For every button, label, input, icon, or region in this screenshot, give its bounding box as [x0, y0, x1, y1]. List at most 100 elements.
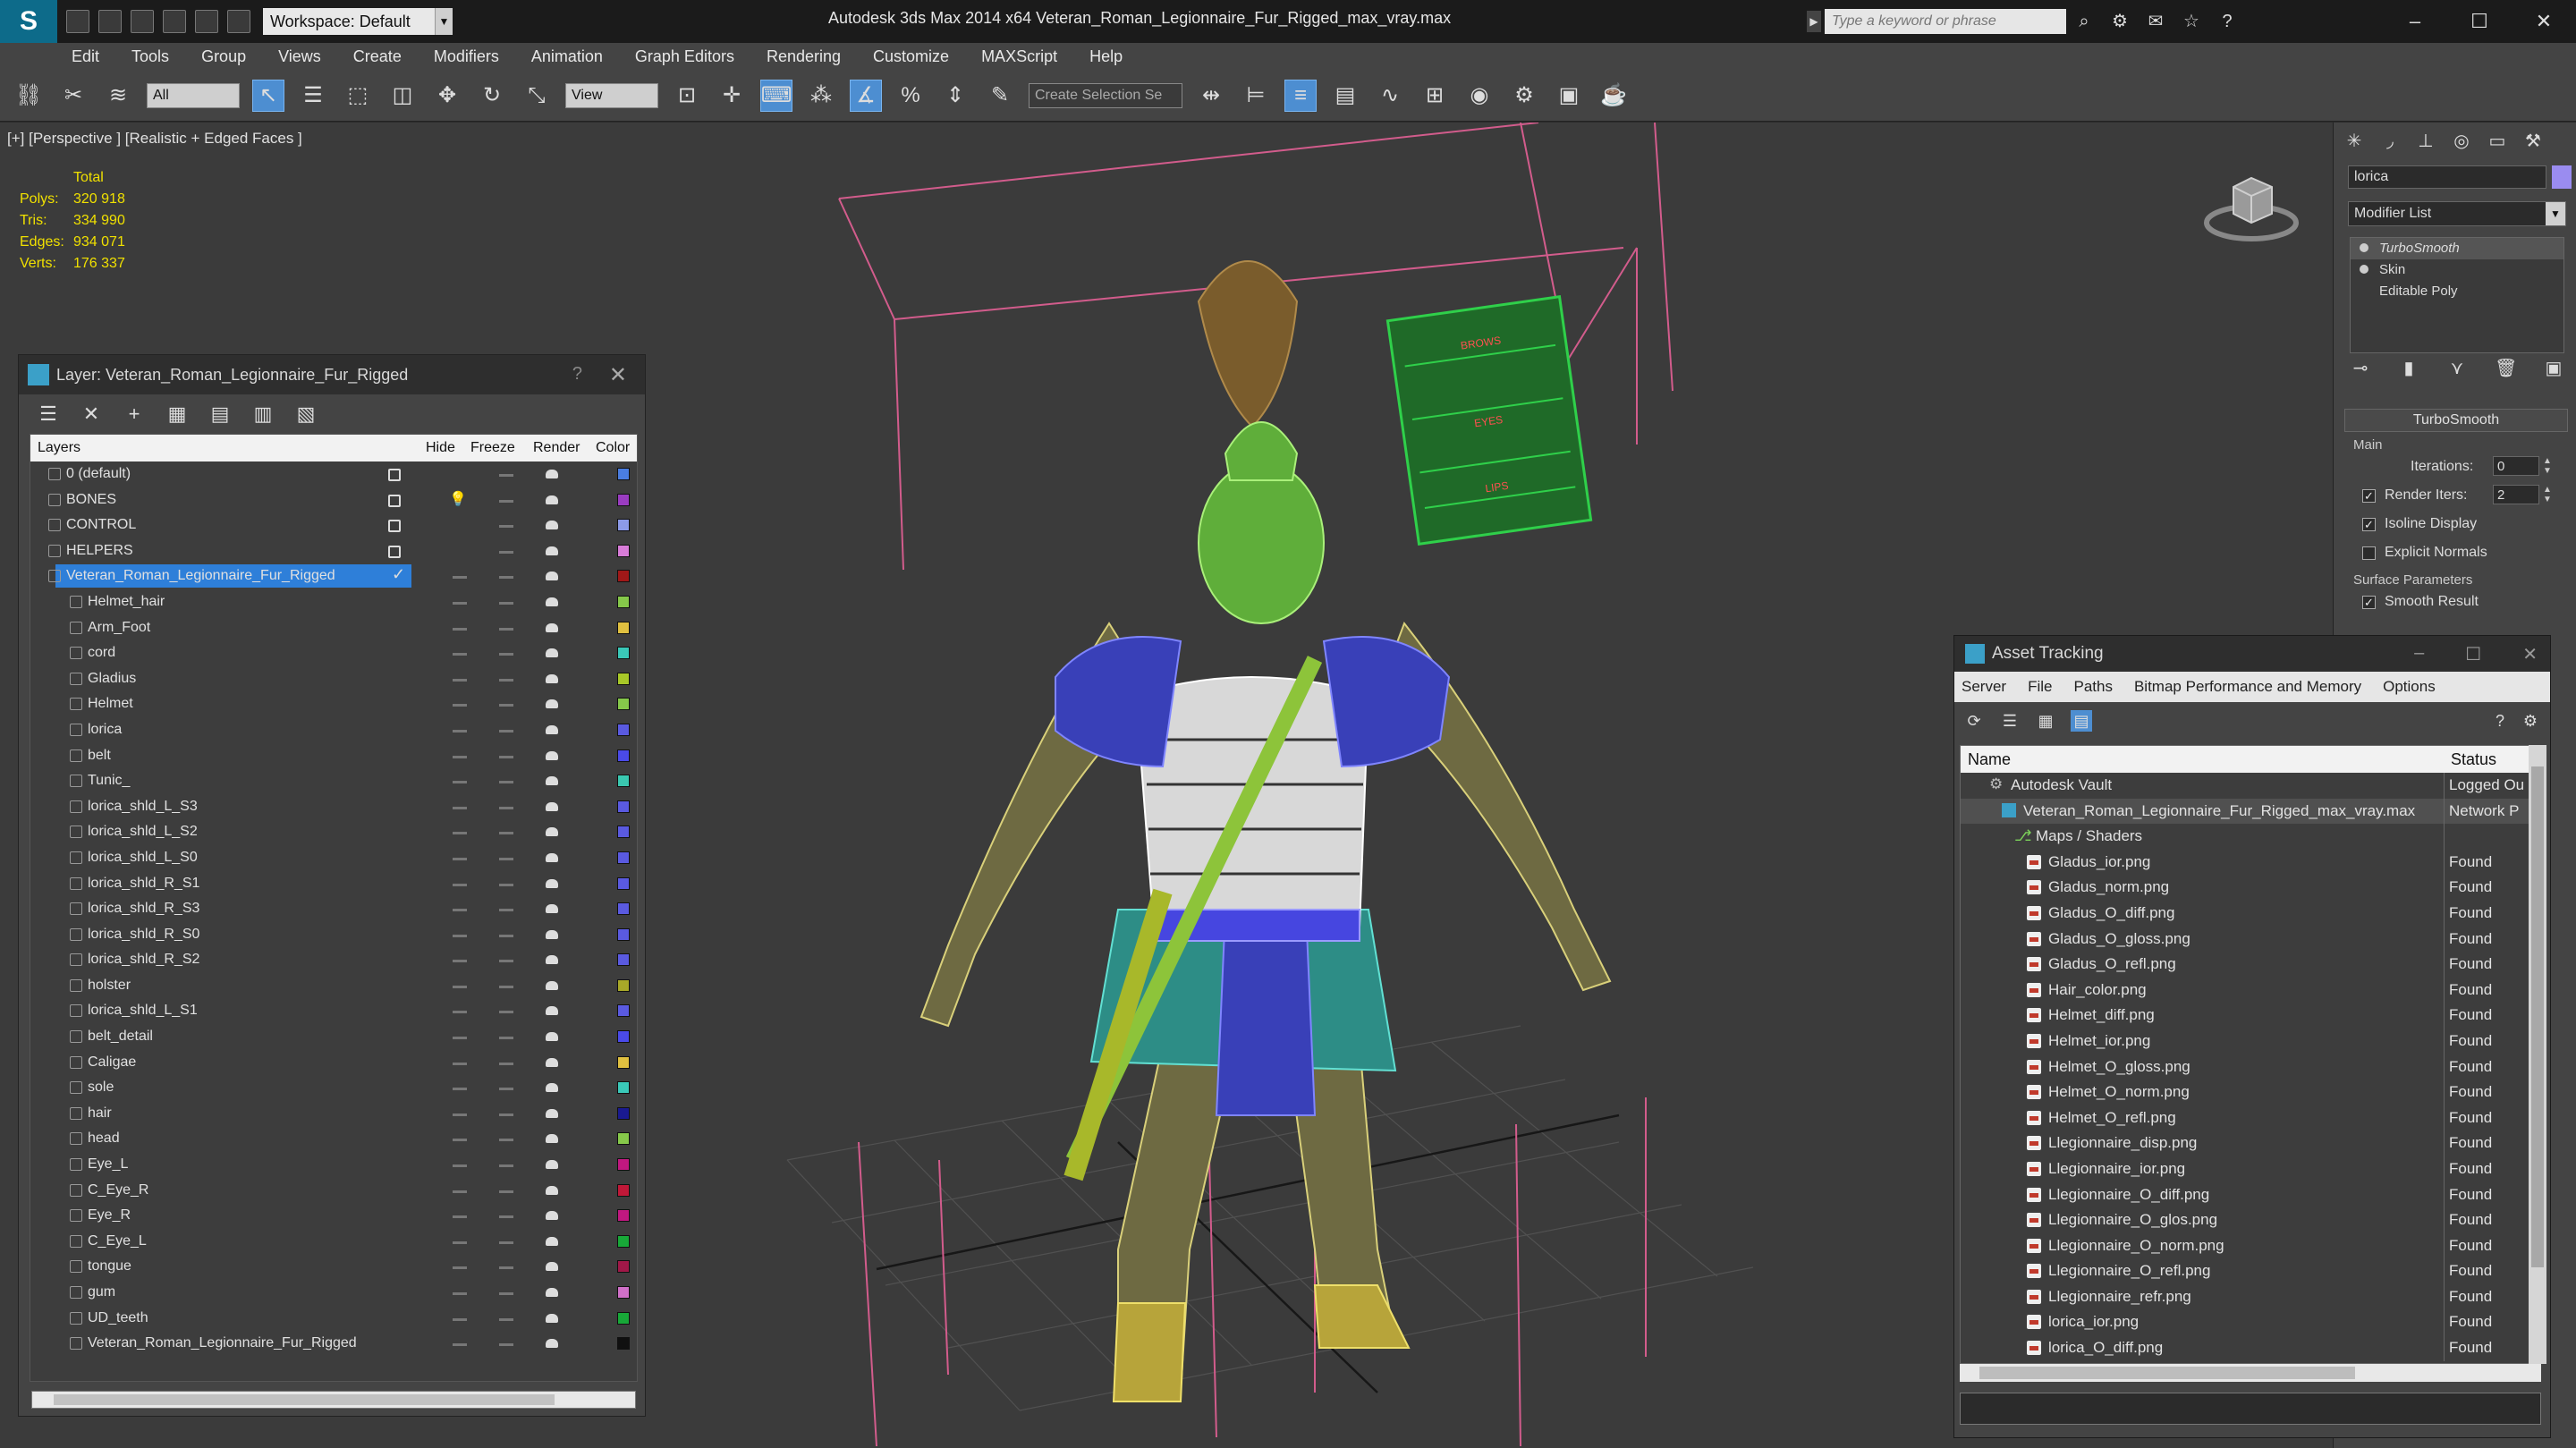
layer-name[interactable]: lorica_shld_R_S0 [88, 927, 199, 943]
render-teapot-icon[interactable] [546, 597, 558, 606]
layer-row[interactable]: C_Eye_L [30, 1229, 637, 1255]
hide-toggle[interactable] [453, 755, 467, 758]
hide-toggle[interactable] [453, 678, 467, 682]
layer-row[interactable]: 0 (default) [30, 461, 637, 487]
hide-toggle[interactable] [388, 520, 401, 533]
freeze-toggle[interactable] [499, 678, 513, 682]
hide-toggle[interactable] [453, 857, 467, 860]
hide-toggle[interactable] [453, 653, 467, 656]
stack-item-turbosmooth[interactable]: TurboSmooth [2351, 238, 2563, 259]
render-iters-spinner[interactable]: 2 [2493, 485, 2539, 504]
layer-name[interactable]: CONTROL [66, 517, 136, 533]
freeze-toggle[interactable] [499, 704, 513, 707]
layer-row[interactable]: Veteran_Roman_Legionnaire_Fur_Rigged ✓ [30, 563, 637, 589]
layer-color-swatch[interactable] [617, 519, 630, 532]
asset-row[interactable]: Gladus_O_diff.png Found [1961, 900, 2540, 927]
align-icon[interactable]: ⊨ [1240, 80, 1272, 112]
hide-toggle[interactable] [453, 704, 467, 707]
asset-horizontal-scrollbar[interactable] [1960, 1364, 2541, 1382]
menu-group[interactable]: Group [201, 47, 246, 66]
maximize-icon[interactable]: ☐ [2465, 643, 2481, 665]
hide-toggle[interactable] [388, 494, 401, 507]
layer-manager-titlebar[interactable]: Layer: Veteran_Roman_Legionnaire_Fur_Rig… [19, 355, 645, 394]
menu-customize[interactable]: Customize [873, 47, 949, 66]
freeze-all-layers-icon[interactable]: ▧ [294, 402, 318, 426]
layer-row[interactable]: belt_detail [30, 1024, 637, 1050]
layer-name[interactable]: Helmet [88, 696, 133, 712]
app-logo-icon[interactable]: S [0, 0, 57, 43]
layer-color-swatch[interactable] [617, 1004, 630, 1018]
layer-color-swatch[interactable] [617, 876, 630, 890]
asset-tracking-titlebar[interactable]: Asset Tracking – ☐ ✕ [1954, 636, 2550, 672]
layer-color-swatch[interactable] [617, 672, 630, 685]
layer-row[interactable]: lorica_shld_R_S2 [30, 947, 637, 973]
selection-filter-dropdown[interactable]: All [147, 82, 240, 108]
hide-toggle[interactable] [453, 1062, 467, 1065]
render-teapot-icon[interactable] [546, 801, 558, 811]
search-expand-icon[interactable]: ▶ [1807, 11, 1821, 32]
layer-name[interactable]: Veteran_Roman_Legionnaire_Fur_Rigged [88, 1335, 357, 1351]
explicit-normals-checkbox[interactable] [2362, 546, 2376, 560]
scale-icon[interactable]: ⤡ [521, 80, 553, 112]
hide-toggle[interactable] [453, 1266, 467, 1270]
binoculars-icon[interactable]: ⌕ [2073, 11, 2095, 32]
layer-color-swatch[interactable] [617, 1234, 630, 1248]
render-teapot-icon[interactable] [546, 1134, 558, 1144]
highlight-layer-icon[interactable]: ▤ [208, 402, 232, 426]
named-selection-set-dropdown[interactable]: Create Selection Se [1029, 82, 1182, 108]
layer-name[interactable]: C_Eye_R [88, 1182, 148, 1198]
hide-toggle[interactable] [453, 1317, 467, 1321]
layer-color-swatch[interactable] [617, 1183, 630, 1197]
undo-icon[interactable] [163, 10, 186, 33]
freeze-toggle[interactable] [499, 1241, 513, 1244]
layer-color-swatch[interactable] [617, 953, 630, 967]
layer-name[interactable]: belt_detail [88, 1029, 153, 1045]
schematic-view-icon[interactable]: ⊞ [1419, 80, 1451, 112]
asset-row[interactable]: Helmet_O_refl.png Found [1961, 1105, 2540, 1131]
freeze-toggle[interactable] [499, 1190, 513, 1193]
layer-color-swatch[interactable] [617, 493, 630, 506]
freeze-toggle[interactable] [499, 1164, 513, 1168]
favorites-icon[interactable]: ☆ [2181, 11, 2202, 32]
layer-color-swatch[interactable] [617, 595, 630, 608]
layer-row[interactable]: lorica_shld_L_S1 [30, 998, 637, 1024]
layer-row[interactable]: holster [30, 973, 637, 999]
render-teapot-icon[interactable] [546, 1288, 558, 1297]
layer-color-swatch[interactable] [617, 1106, 630, 1120]
layer-name[interactable]: lorica_shld_L_S0 [88, 850, 198, 866]
hide-toggle[interactable] [453, 1011, 467, 1014]
layer-name[interactable]: Tunic_ [88, 773, 130, 789]
menu-edit[interactable]: Edit [72, 47, 99, 66]
hide-toggle[interactable] [453, 1343, 467, 1347]
render-teapot-icon[interactable] [546, 776, 558, 786]
unlink-icon[interactable]: ✂ [57, 80, 89, 112]
layer-row[interactable]: lorica_shld_L_S3 [30, 794, 637, 820]
utilities-tab-icon[interactable]: ⚒ [2521, 130, 2545, 153]
layer-name[interactable]: Eye_L [88, 1156, 128, 1173]
render-teapot-icon[interactable] [546, 750, 558, 760]
hide-toggle[interactable] [453, 832, 467, 835]
hide-toggle[interactable] [453, 883, 467, 886]
layer-row[interactable]: UD_teeth [30, 1306, 637, 1332]
layer-name[interactable]: cord [88, 645, 115, 661]
menu-animation[interactable]: Animation [531, 47, 603, 66]
minimize-icon[interactable]: – [2414, 643, 2424, 665]
layer-row[interactable]: Helmet [30, 691, 637, 717]
layer-name[interactable]: lorica_shld_L_S2 [88, 824, 198, 840]
create-layer-icon[interactable]: ☰ [37, 402, 60, 426]
freeze-toggle[interactable] [499, 550, 513, 554]
viewcube-icon[interactable] [2202, 167, 2301, 248]
hide-all-layers-icon[interactable]: ▥ [251, 402, 275, 426]
freeze-toggle[interactable] [499, 985, 513, 988]
hide-toggle[interactable] [453, 1292, 467, 1295]
layer-row[interactable]: hair [30, 1101, 637, 1127]
render-teapot-icon[interactable] [546, 521, 558, 530]
layer-color-swatch[interactable] [617, 927, 630, 941]
pivot-center-icon[interactable]: ⊡ [671, 80, 703, 112]
freeze-toggle[interactable] [499, 857, 513, 860]
freeze-toggle[interactable] [499, 1139, 513, 1142]
layer-name[interactable]: Helmet_hair [88, 594, 165, 610]
subscription-icon[interactable]: ⚙ [2109, 11, 2131, 32]
material-editor-icon[interactable]: ◉ [1463, 80, 1496, 112]
render-teapot-icon[interactable] [546, 980, 558, 990]
